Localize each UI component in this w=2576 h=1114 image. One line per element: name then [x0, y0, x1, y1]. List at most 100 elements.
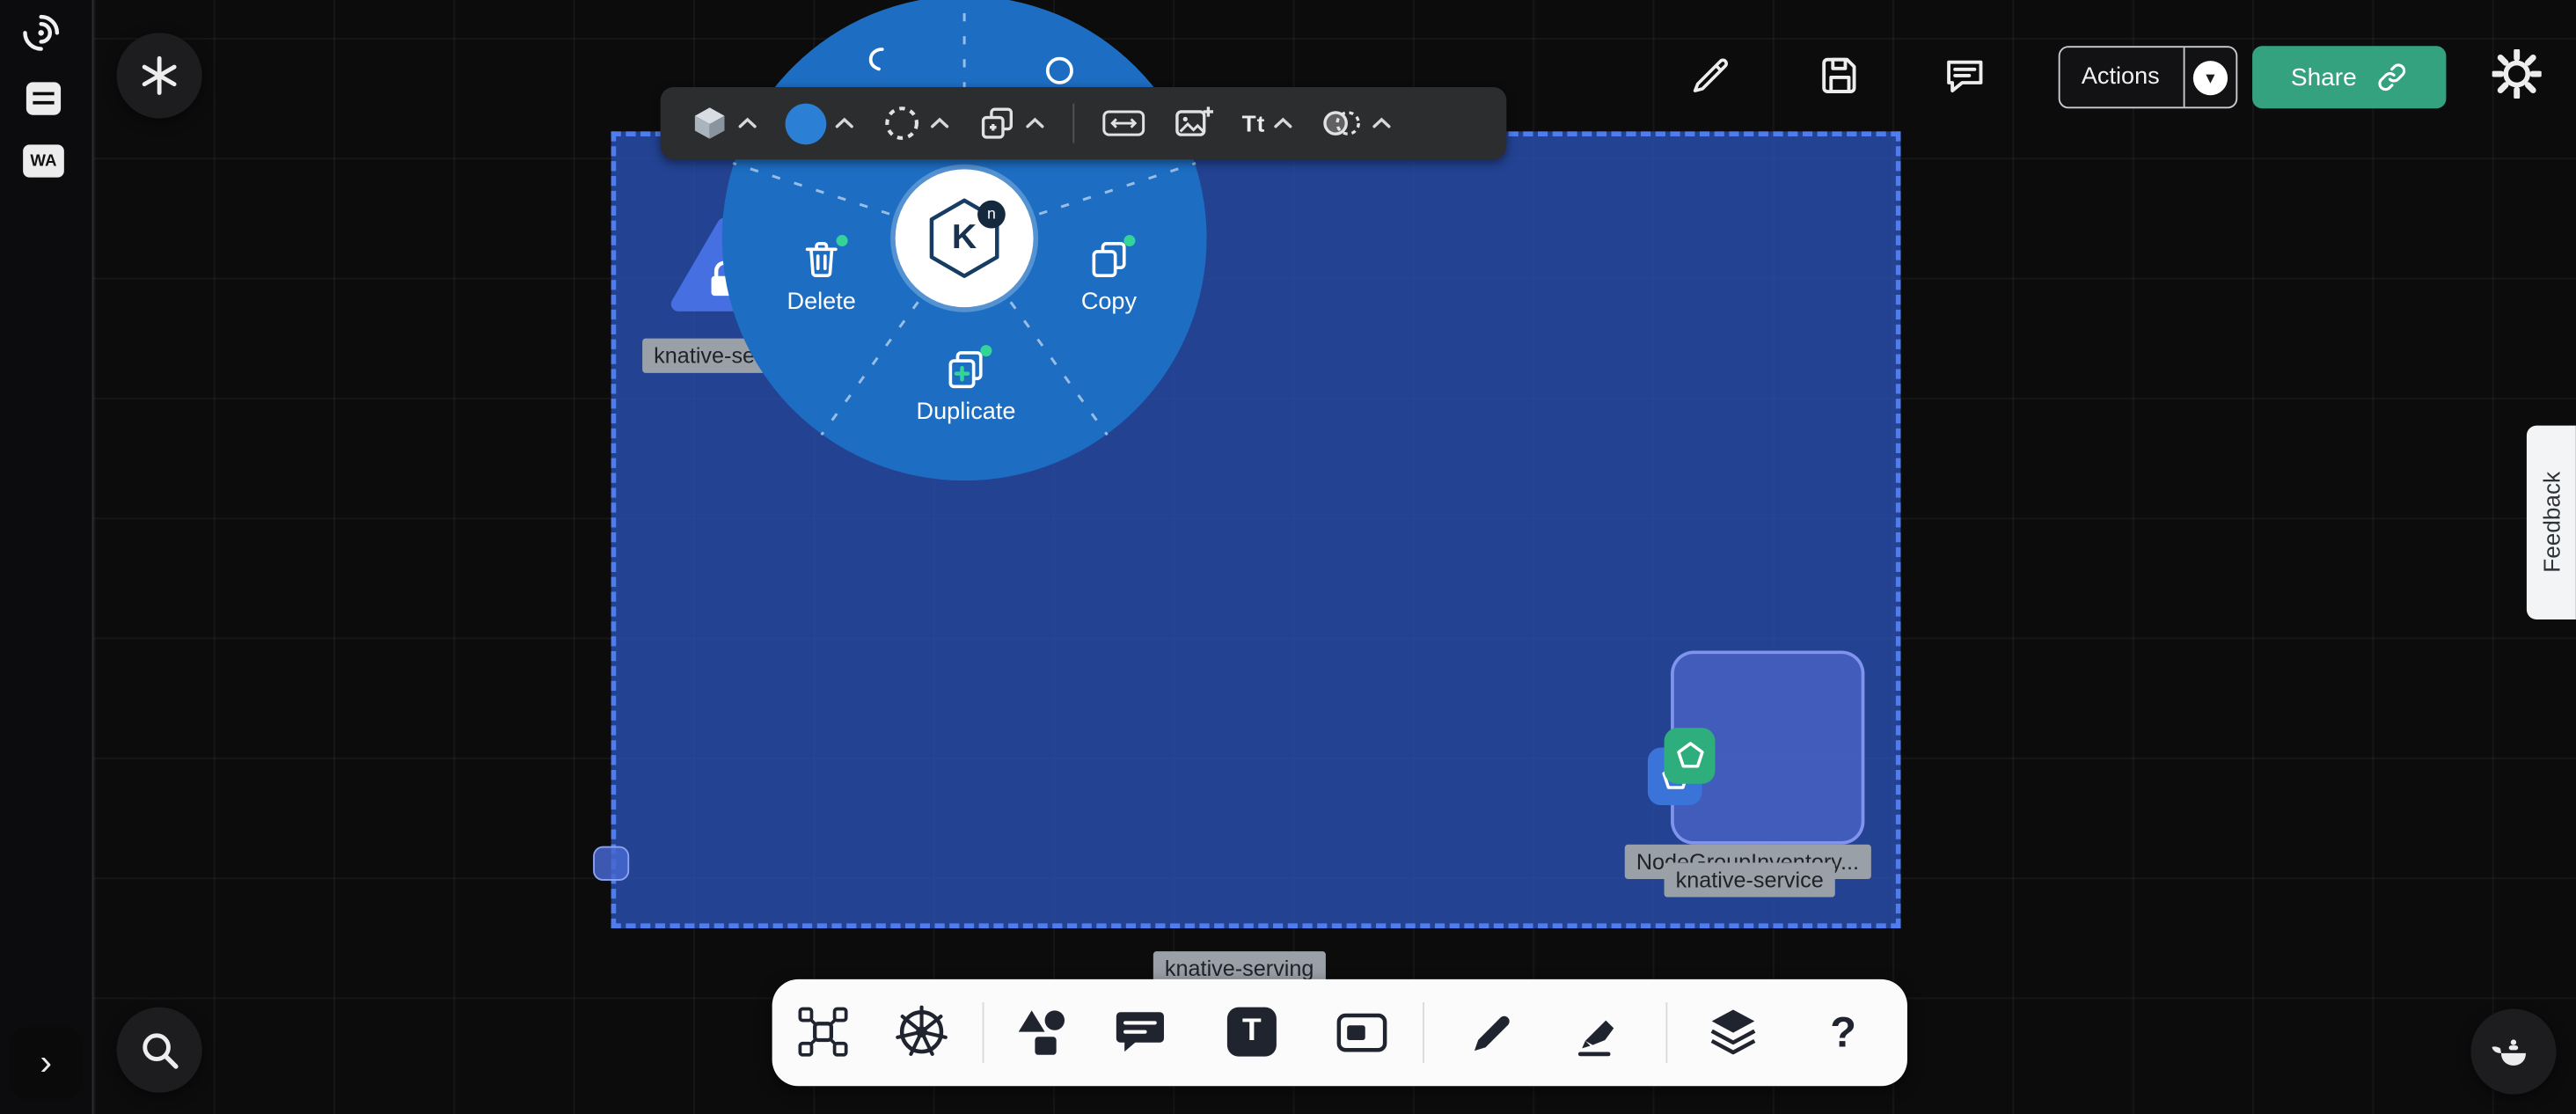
divider: [983, 1002, 984, 1063]
settings-button[interactable]: [2485, 43, 2548, 106]
layers-tool-button[interactable]: [1703, 1002, 1762, 1061]
swirl-logo-icon: [19, 11, 62, 55]
copy-plus-icon: [977, 104, 1017, 143]
duplicate-icon: [945, 348, 988, 392]
radial-item-label: Delete: [787, 289, 856, 316]
actions-button[interactable]: Actions ▾: [2059, 46, 2238, 108]
gear-icon: [2492, 49, 2542, 99]
opacity-circles-icon: [1321, 108, 1365, 138]
expand-sidebar-button[interactable]: ›: [10, 1027, 82, 1099]
k8s-letter: K: [952, 218, 977, 258]
chevron-up-icon: [930, 117, 949, 130]
connector-style-button[interactable]: [882, 104, 950, 143]
help-icon: ?: [1830, 1007, 1856, 1058]
archive-icon: [23, 79, 64, 119]
archive-button[interactable]: [23, 79, 64, 119]
shapes-tool-button[interactable]: [1012, 1002, 1071, 1061]
radial-item-delete[interactable]: Delete: [787, 238, 856, 316]
comment-tool-button[interactable]: [1110, 1002, 1169, 1061]
comments-button[interactable]: [1937, 48, 1993, 103]
pencil-icon: [1689, 55, 1732, 98]
shapes-icon: [1014, 1004, 1069, 1059]
node-shape-icon: [690, 104, 729, 143]
highlighter-icon: [1572, 1004, 1628, 1059]
node-label-service: knative-service: [1665, 862, 1835, 897]
comment-icon: [1112, 1004, 1167, 1059]
radial-item-label: Duplicate: [917, 399, 1016, 426]
label-width-icon: [1102, 110, 1145, 136]
divider: [1665, 1002, 1667, 1063]
trash-icon: [800, 238, 843, 282]
actions-dropdown-toggle[interactable]: ▾: [2184, 48, 2236, 106]
text-size-button[interactable]: Tt: [1242, 110, 1293, 136]
copy-icon: [1087, 238, 1131, 282]
feedback-label: Feedback: [2538, 472, 2565, 573]
feedback-tab[interactable]: Feedback: [2527, 426, 2576, 619]
text-tool-icon: T: [1227, 1008, 1277, 1057]
magnifier-icon: [138, 1029, 181, 1072]
image-plus-icon: [1173, 104, 1214, 143]
opacity-button[interactable]: [1321, 108, 1392, 138]
caret-down-icon: ▾: [2193, 60, 2228, 94]
chevron-up-icon: [1025, 117, 1044, 130]
label-width-button[interactable]: [1102, 110, 1145, 136]
tools-toolbar: T: [772, 979, 1907, 1086]
zoom-button[interactable]: [117, 1008, 202, 1093]
lamp-icon: [2489, 1027, 2538, 1076]
share-button[interactable]: Share: [2252, 46, 2446, 108]
status-dot: [1123, 235, 1135, 246]
asterisk-icon: [140, 55, 179, 95]
pen-icon: [1466, 1004, 1521, 1059]
wa-badge[interactable]: WA: [23, 144, 64, 177]
radial-item-copy[interactable]: Copy: [1081, 238, 1137, 316]
kubernetes-tool-button[interactable]: [892, 1002, 951, 1061]
highlighter-tool-button[interactable]: [1570, 1002, 1629, 1061]
divider: [1072, 104, 1074, 143]
node-style-button[interactable]: [690, 104, 757, 143]
chevron-right-icon: ›: [40, 1042, 52, 1085]
frame-tool-button[interactable]: [1332, 1002, 1391, 1061]
diagram-tool-button[interactable]: [794, 1002, 853, 1061]
status-dot: [981, 345, 992, 356]
n-badge: n: [977, 201, 1006, 229]
divider: [1423, 1002, 1424, 1063]
save-icon: [1819, 55, 1862, 98]
kubernetes-node-badge[interactable]: K n: [896, 169, 1034, 307]
text-size-label: Tt: [1242, 110, 1266, 136]
share-label: Share: [2291, 63, 2357, 92]
save-button[interactable]: [1812, 48, 1868, 103]
selection-handle[interactable]: [593, 846, 629, 881]
app-root: knative-serving NodeGroupInventory... kn…: [0, 0, 2576, 1114]
chevron-up-icon: [835, 117, 854, 130]
add-image-button[interactable]: [1173, 104, 1214, 143]
chevron-up-icon: [737, 117, 757, 130]
status-dot: [836, 235, 847, 246]
help-button[interactable]: ?: [1813, 1002, 1872, 1061]
radial-item-partial-left[interactable]: [862, 48, 895, 80]
layers-icon: [1705, 1004, 1760, 1059]
knative-pentagon-icon-green: [1665, 728, 1716, 783]
color-swatch: [786, 103, 827, 144]
radial-item-partial-right[interactable]: [1045, 55, 1075, 85]
chevron-up-icon: [1372, 117, 1392, 130]
link-icon: [2375, 61, 2407, 93]
app-sidebar: WA: [0, 0, 93, 1114]
copy-style-button[interactable]: [977, 104, 1045, 143]
radial-item-duplicate[interactable]: Duplicate: [917, 348, 1016, 426]
edit-button[interactable]: [1682, 48, 1738, 103]
radial-item-label: Copy: [1081, 289, 1137, 316]
quick-styles-toolbar: Tt: [661, 87, 1507, 159]
frame-icon: [1334, 1004, 1389, 1059]
lamp-button[interactable]: [2470, 1009, 2556, 1095]
radial-context-menu: Delete Copy: [721, 0, 1208, 481]
comment-icon: [1943, 55, 1987, 98]
main-menu-button[interactable]: [117, 33, 202, 118]
helm-wheel-icon: [894, 1004, 949, 1059]
dashed-circle-icon: [882, 104, 922, 143]
network-icon: [795, 1004, 851, 1059]
text-tool-button[interactable]: T: [1222, 1002, 1281, 1061]
actions-label: Actions: [2060, 64, 2184, 91]
chevron-up-icon: [1274, 117, 1293, 130]
pen-tool-button[interactable]: [1464, 1002, 1523, 1061]
color-picker-button[interactable]: [786, 103, 854, 144]
